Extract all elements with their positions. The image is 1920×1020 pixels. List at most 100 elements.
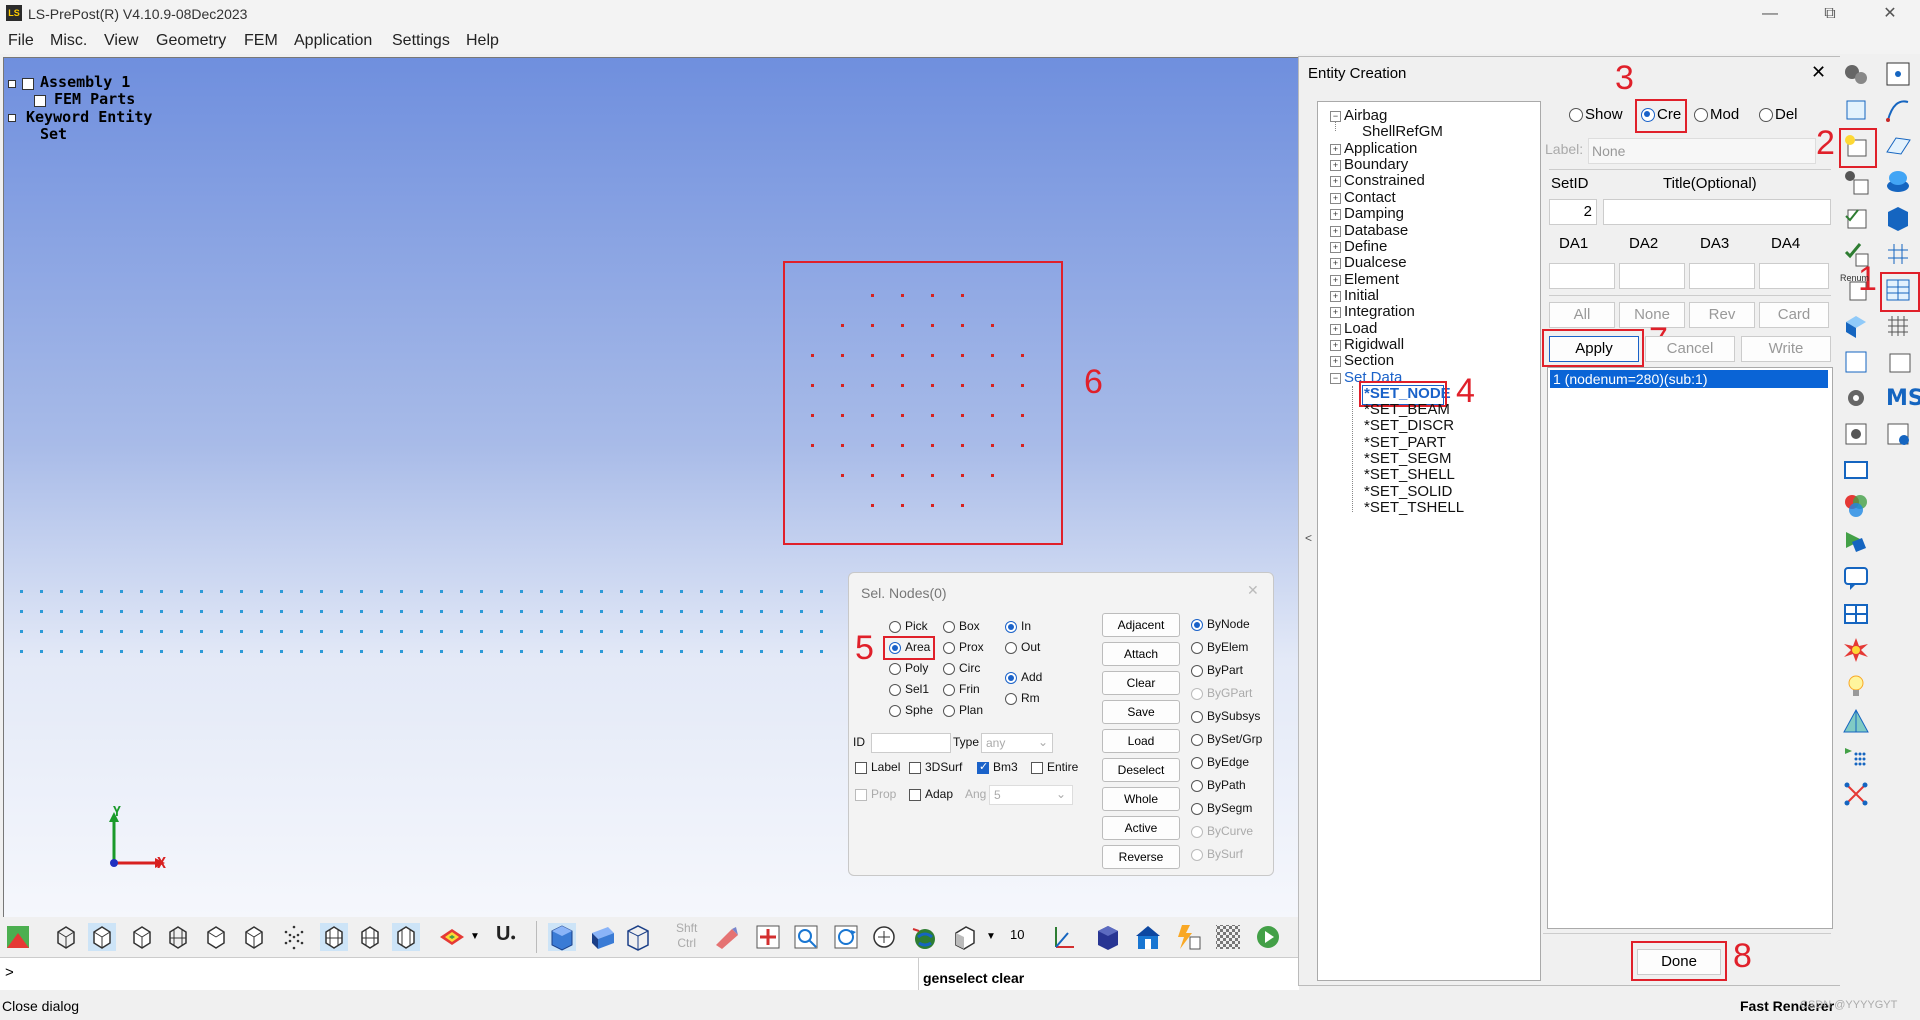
tree-keyword-entity[interactable]: Keyword Entity (26, 108, 152, 126)
globe-icon[interactable] (910, 923, 938, 951)
sphe-radio[interactable] (889, 705, 901, 717)
wireframe-cube-icon[interactable] (52, 923, 80, 951)
bypart-radio[interactable] (1191, 665, 1203, 677)
pointer-tool-icon[interactable] (712, 923, 740, 951)
tree-section[interactable]: Section (1344, 352, 1394, 369)
point-curve-icon[interactable] (1884, 60, 1912, 88)
gear-cluster-icon[interactable] (1842, 60, 1870, 88)
checker-icon[interactable] (1214, 923, 1242, 951)
tree-expand-icon[interactable]: + (1330, 160, 1341, 171)
da3-input[interactable] (1689, 263, 1755, 289)
menu-fem[interactable]: FEM (244, 32, 278, 50)
da4-input[interactable] (1759, 263, 1829, 289)
box-radio[interactable] (943, 621, 955, 633)
load-button[interactable]: Load (1102, 729, 1180, 753)
bysetgrp-radio[interactable] (1191, 734, 1203, 746)
bygpart-radio[interactable] (1191, 688, 1203, 700)
tree-shellrefgm[interactable]: ShellRefGM (1362, 123, 1443, 140)
del-radio[interactable] (1759, 108, 1773, 122)
tree-constrained[interactable]: Constrained (1344, 172, 1425, 189)
bypath-radio[interactable] (1191, 780, 1203, 792)
adjacent-button[interactable]: Adjacent (1102, 613, 1180, 637)
label-checkbox[interactable] (855, 762, 867, 774)
reverse-selection-button[interactable]: Rev (1689, 302, 1755, 328)
frin-radio[interactable] (943, 684, 955, 696)
solid-view-icon[interactable] (548, 923, 576, 951)
tree-boundary[interactable]: Boundary (1344, 156, 1408, 173)
circ-radio[interactable] (943, 663, 955, 675)
explode-icon[interactable] (1842, 636, 1870, 664)
tree-set-discr[interactable]: *SET_DISCR (1364, 417, 1454, 434)
shaded-cube-icon[interactable] (88, 923, 116, 951)
tree-load[interactable]: Load (1344, 320, 1377, 337)
in-radio[interactable] (1005, 621, 1017, 633)
tree-set-tshell[interactable]: *SET_TSHELL (1364, 499, 1464, 516)
cancel-button[interactable]: Cancel (1645, 336, 1735, 362)
bynode-radio[interactable] (1191, 619, 1203, 631)
label-input[interactable]: None (1588, 138, 1816, 164)
tree-element[interactable]: Element (1344, 271, 1399, 288)
tree-expand-icon[interactable] (8, 80, 16, 88)
view-flag-icon[interactable] (1842, 528, 1870, 556)
maximize-button[interactable]: ⧉ (1800, 0, 1860, 28)
view-cube-icon[interactable] (950, 923, 978, 951)
tree-damping[interactable]: Damping (1344, 205, 1404, 222)
assembly-checkbox[interactable] (22, 78, 34, 90)
bysubsys-radio[interactable] (1191, 711, 1203, 723)
poly-radio[interactable] (889, 663, 901, 675)
tree-contact[interactable]: Contact (1344, 189, 1396, 206)
setid-input[interactable]: 2 (1549, 199, 1597, 225)
minimize-button[interactable]: — (1740, 0, 1800, 28)
rotate-icon[interactable] (832, 923, 860, 951)
command-input[interactable]: > (0, 957, 918, 990)
normal-cube-icon[interactable] (392, 923, 420, 951)
cross-list-icon[interactable] (1884, 348, 1912, 376)
center-icon[interactable] (870, 923, 898, 951)
write-button[interactable]: Write (1741, 336, 1831, 362)
house-icon[interactable] (1134, 923, 1162, 951)
ang-select[interactable]: 5 ⌄ (989, 785, 1073, 805)
tree-expand-icon[interactable]: + (1330, 258, 1341, 269)
model-part-icon[interactable] (1842, 312, 1870, 340)
whole-button[interactable]: Whole (1102, 787, 1180, 811)
perspective-view-icon[interactable] (624, 923, 652, 951)
tree-set-solid[interactable]: *SET_SOLID (1364, 483, 1452, 500)
menu-view[interactable]: View (104, 32, 138, 50)
layout-icon[interactable] (1842, 600, 1870, 628)
flat-view-icon[interactable] (588, 923, 616, 951)
attach-button[interactable]: Attach (1102, 642, 1180, 666)
tree-integration[interactable]: Integration (1344, 303, 1415, 320)
da2-input[interactable] (1619, 263, 1685, 289)
blue-box-icon[interactable] (1094, 923, 1122, 951)
bycurve-radio[interactable] (1191, 826, 1203, 838)
out-radio[interactable] (1005, 642, 1017, 654)
tree-expand-icon[interactable]: + (1330, 275, 1341, 286)
3dsurf-checkbox[interactable] (909, 762, 921, 774)
save-button[interactable]: Save (1102, 700, 1180, 724)
bysurf-radio[interactable] (1191, 849, 1203, 861)
byelem-radio[interactable] (1191, 642, 1203, 654)
set-list[interactable]: 1 (nodenum=280)(sub:1) (1547, 367, 1833, 929)
entire-checkbox[interactable] (1031, 762, 1043, 774)
title-input[interactable] (1603, 199, 1831, 225)
sel1-radio[interactable] (889, 684, 901, 696)
play-icon[interactable] (1254, 923, 1282, 951)
tree-set-part[interactable]: *SET_PART (1364, 434, 1446, 451)
edge-cube-icon[interactable] (202, 923, 230, 951)
mesh-grid-icon[interactable] (1884, 240, 1912, 268)
curve-icon[interactable] (1884, 96, 1912, 124)
cross-tool-icon[interactable] (1842, 780, 1870, 808)
card-button[interactable]: Card (1759, 302, 1829, 328)
menu-application[interactable]: Application (294, 32, 372, 50)
element-tools-icon[interactable] (1842, 96, 1870, 124)
reverse-button[interactable]: Reverse (1102, 845, 1180, 869)
settings-icon[interactable] (1842, 384, 1870, 412)
solid-icon[interactable] (1884, 204, 1912, 232)
type-select[interactable]: any ⌄ (981, 733, 1053, 753)
prox-radio[interactable] (943, 642, 955, 654)
dots-flag-icon[interactable] (1842, 744, 1870, 772)
u-icon[interactable]: U● (496, 923, 516, 946)
close-icon[interactable]: ✕ (1247, 582, 1259, 599)
check-list-icon[interactable] (1842, 204, 1870, 232)
chevron-down-icon[interactable]: ▼ (986, 931, 996, 942)
